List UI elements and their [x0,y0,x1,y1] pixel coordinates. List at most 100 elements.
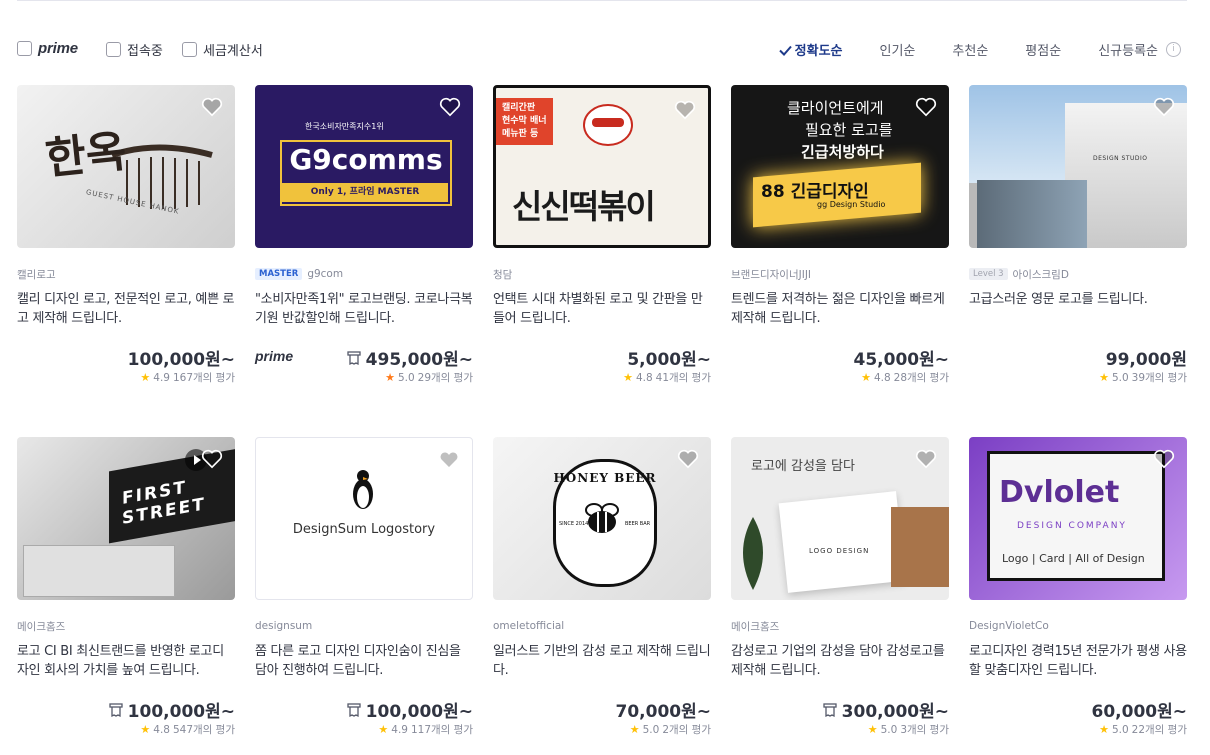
gig-card[interactable]: Dvlolet DESIGN COMPANY Logo | Card | All… [969,437,1187,737]
price: 495,000원~ [346,345,473,370]
price-row: 60,000원~ [969,697,1188,722]
gig-title[interactable]: 언택트 시대 차별화된 로고 및 간판을 만들어 드립니다. [493,290,711,328]
gig-title[interactable]: 로고 CI BI 최신트랜드를 반영한 로고디자인 회사의 가치를 높여 드립니… [17,642,235,680]
thumb-top: 한국소비자만족지수1위 [305,122,384,131]
gig-thumbnail[interactable]: FIRST STREET [17,437,235,600]
gig-thumbnail[interactable]: 클라이언트에게 필요한 로고를 긴급처방하다 88 긴급디자인 gg Desig… [731,85,949,248]
rating-score: 4.9 [391,723,408,736]
gig-title[interactable]: 트렌드를 저격하는 젊은 디자인을 빠르게 제작해 드립니다. [731,290,949,328]
seller-name[interactable]: omeletofficial [493,620,564,632]
price-value: 495,000원~ [365,350,473,370]
gig-thumbnail[interactable]: 로고에 감성을 담다 LOGO DESIGN [731,437,949,600]
gig-card[interactable]: HONEY BEER SINCE 2014 BEER BAR omeletoff… [493,437,711,737]
seller-name[interactable]: g9com [307,268,343,280]
rating: ★ 5.0 29개의 평가 [255,370,473,385]
thumb-sub: Only 1, 프라임 MASTER [282,183,448,202]
gig-card[interactable]: FIRST STREET 메이크홈즈 로고 CI BI 최신트랜드를 반영한 로… [17,437,235,737]
heart-icon[interactable] [201,449,223,469]
thumb-text: Dvlolet [999,475,1120,510]
seller-name[interactable]: 브랜드디자이너JIJI [731,267,811,282]
review-count: 167개의 평가 [172,372,235,384]
seller-name[interactable]: 메이크홈즈 [17,619,65,634]
price: 70,000원~ [616,697,712,722]
heart-icon[interactable] [438,450,460,470]
gig-thumbnail[interactable]: 한옥 GUEST HOUSE HANOK [17,85,235,248]
gig-title[interactable]: 쫌 다른 로고 디자인 디자인숨이 진심을 담아 진행하여 드립니다. [255,642,473,680]
price-row: 5,000원~ [493,345,711,370]
thumb-text: 신신떡볶이 [512,187,656,226]
heart-icon[interactable] [439,97,461,117]
heart-icon[interactable] [1153,97,1175,117]
rating-score: 5.0 [397,371,415,384]
rating: ★ 5.0 2개의 평가 [493,722,711,737]
rating: ★ 4.8 28개의 평가 [731,370,949,385]
prime-checkbox[interactable] [17,41,32,56]
sort-newest[interactable]: 신규등록순 [1098,40,1158,59]
gig-card[interactable]: 로고에 감성을 담다 LOGO DESIGN 메이크홈즈 감성로고 기업의 감성… [731,437,949,737]
sort-accuracy[interactable]: 정확도순 [778,40,843,59]
gig-thumbnail[interactable]: HONEY BEER SINCE 2014 BEER BAR [493,437,711,600]
price: 5,000원~ [627,345,711,370]
gig-thumbnail[interactable]: DESIGN STUDIO [969,85,1187,248]
online-checkbox[interactable] [106,42,121,57]
gig-thumbnail[interactable]: 캘리간판 현수막 배너 메뉴판 등 신신떡볶이 [493,85,711,248]
price-row: 100,000원~ [255,697,473,722]
gig-card[interactable]: 클라이언트에게 필요한 로고를 긴급처방하다 88 긴급디자인 gg Desig… [731,85,949,385]
price-row: 99,000원 [969,345,1187,370]
info-icon[interactable]: i [1166,42,1181,57]
gig-card[interactable]: 캘리간판 현수막 배너 메뉴판 등 신신떡볶이 청담 언택트 시대 차별화된 로… [493,85,711,385]
star-icon: ★ [378,723,389,736]
heart-icon[interactable] [674,100,696,120]
penguin-icon [353,470,373,509]
seller-name[interactable]: 메이크홈즈 [731,619,779,634]
seller-name[interactable]: DesignVioletCo [969,620,1049,632]
sort-rating[interactable]: 평점순 [1025,40,1061,59]
gig-thumbnail[interactable]: Dvlolet DESIGN COMPANY Logo | Card | All… [969,437,1187,600]
thumb-text: 한옥 [43,125,129,186]
gig-thumbnail[interactable]: DesignSum Logostory [255,437,473,600]
rating: ★ 5.0 3개의 평가 [731,722,949,737]
gig-title[interactable]: "소비자만족1위" 로고브랜딩. 코로나극복기원 반값할인해 드립니다. [255,290,473,328]
review-count: 22개의 평가 [1131,724,1187,736]
star-icon: ★ [623,371,633,384]
seller-name[interactable]: 캘리로고 [17,267,56,282]
price: 99,000원 [1106,345,1187,370]
price-row: prime 495,000원~ [255,345,473,370]
tax-invoice-checkbox[interactable] [182,42,197,57]
sort-recommend[interactable]: 추천순 [952,40,988,59]
price-row: 45,000원~ [731,345,950,370]
tax-invoice-icon [347,702,361,717]
gig-card[interactable]: DesignSum Logostory designsum 쫌 다른 로고 디자… [255,437,473,737]
rating: ★ 4.9 167개의 평가 [17,370,235,385]
online-filter[interactable]: 접속중 [106,40,163,59]
heart-icon[interactable] [915,449,937,469]
rating: ★ 5.0 22개의 평가 [969,722,1187,737]
price-row: 70,000원~ [493,697,712,722]
heart-icon[interactable] [1153,449,1175,469]
heart-icon[interactable] [677,449,699,469]
heart-icon[interactable] [201,97,223,117]
gig-title[interactable]: 캘리 디자인 로고, 전문적인 로고, 예쁜 로고 제작해 드립니다. [17,290,235,328]
gig-title[interactable]: 감성로고 기업의 감성을 담아 감성로고를 제작해 드립니다. [731,642,949,680]
prime-filter[interactable]: prime [17,40,78,57]
gig-title[interactable]: 일러스트 기반의 감성 로고 제작해 드립니다. [493,642,711,680]
gig-title[interactable]: 고급스러운 영문 로고를 드립니다. [969,290,1187,328]
price: 100,000원~ [346,697,473,722]
seller-name[interactable]: 청담 [493,267,512,282]
tax-invoice-filter[interactable]: 세금계산서 [182,40,263,59]
rating-score: 5.0 [642,723,660,736]
seller-name-row: 청담 [493,266,711,282]
seller-name[interactable]: designsum [255,620,312,632]
review-count: 39개의 평가 [1131,372,1187,384]
sort-popular[interactable]: 인기순 [880,40,916,59]
gig-card[interactable]: DESIGN STUDIO Level 3 아이스크림D 고급스러운 영문 로고를… [969,85,1187,385]
heart-icon[interactable] [915,97,937,117]
gig-card[interactable]: 한국소비자만족지수1위 G9comms Only 1, 프라임 MASTER M… [255,85,473,385]
thumb-text: 로고에 감성을 담다 [751,459,855,474]
tax-invoice-icon [823,702,837,717]
seller-name[interactable]: 아이스크림D [1013,267,1069,282]
gig-title[interactable]: 로고디자인 경력15년 전문가가 평생 사용할 맞춤디자인 드립니다. [969,642,1187,680]
gig-card[interactable]: 한옥 GUEST HOUSE HANOK 캘리로고 캘리 디자인 로고, 전문적… [17,85,235,385]
sort-options: 정확도순 인기순 추천순 평점순 신규등록순 i [778,40,1181,59]
gig-thumbnail[interactable]: 한국소비자만족지수1위 G9comms Only 1, 프라임 MASTER [255,85,473,248]
